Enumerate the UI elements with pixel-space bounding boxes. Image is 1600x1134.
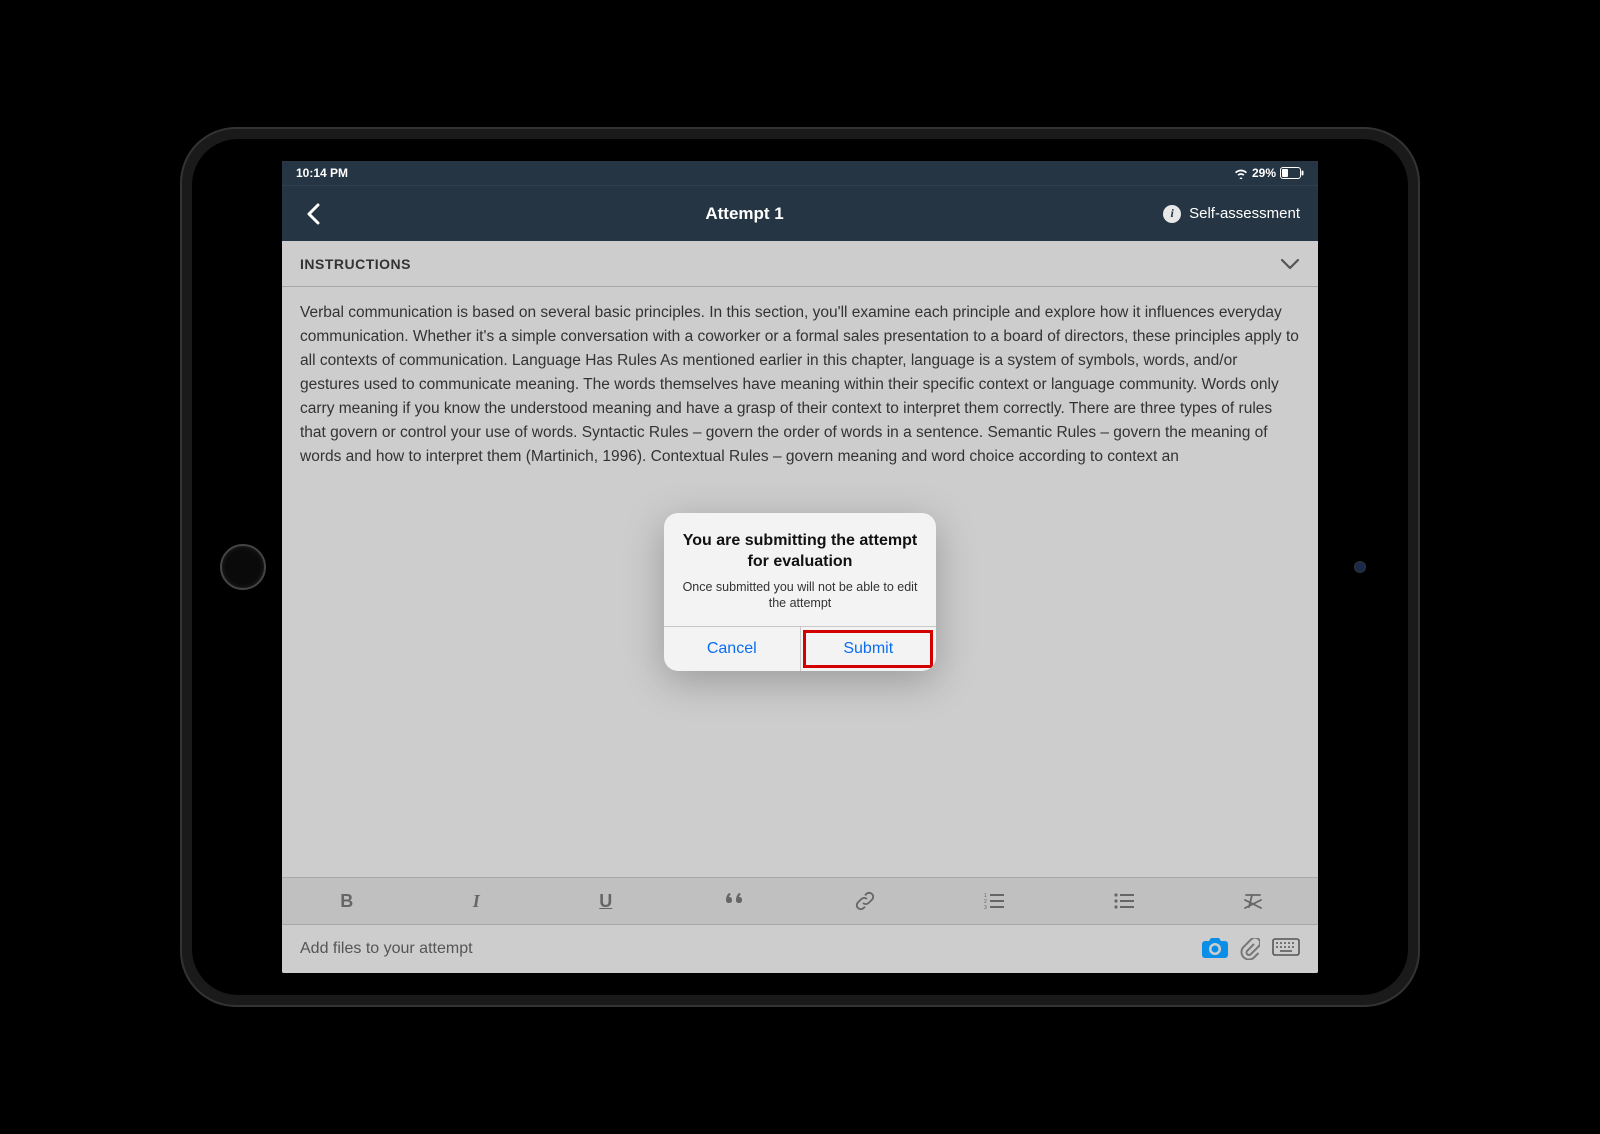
dialog-subtitle: Once submitted you will not be able to e… — [680, 579, 920, 613]
screen: 10:14 PM 29% Attempt 1 i — [282, 161, 1318, 973]
home-button[interactable] — [220, 544, 266, 590]
modal-backdrop: You are submitting the attempt for evalu… — [282, 161, 1318, 973]
dialog-title: You are submitting the attempt for evalu… — [680, 531, 920, 573]
front-camera — [1354, 561, 1366, 573]
submit-button[interactable]: Submit — [800, 627, 937, 671]
submit-confirmation-dialog: You are submitting the attempt for evalu… — [664, 513, 936, 671]
cancel-button[interactable]: Cancel — [664, 627, 800, 671]
tablet-bezel: 10:14 PM 29% Attempt 1 i — [192, 139, 1408, 995]
tablet-frame: 10:14 PM 29% Attempt 1 i — [180, 127, 1420, 1007]
